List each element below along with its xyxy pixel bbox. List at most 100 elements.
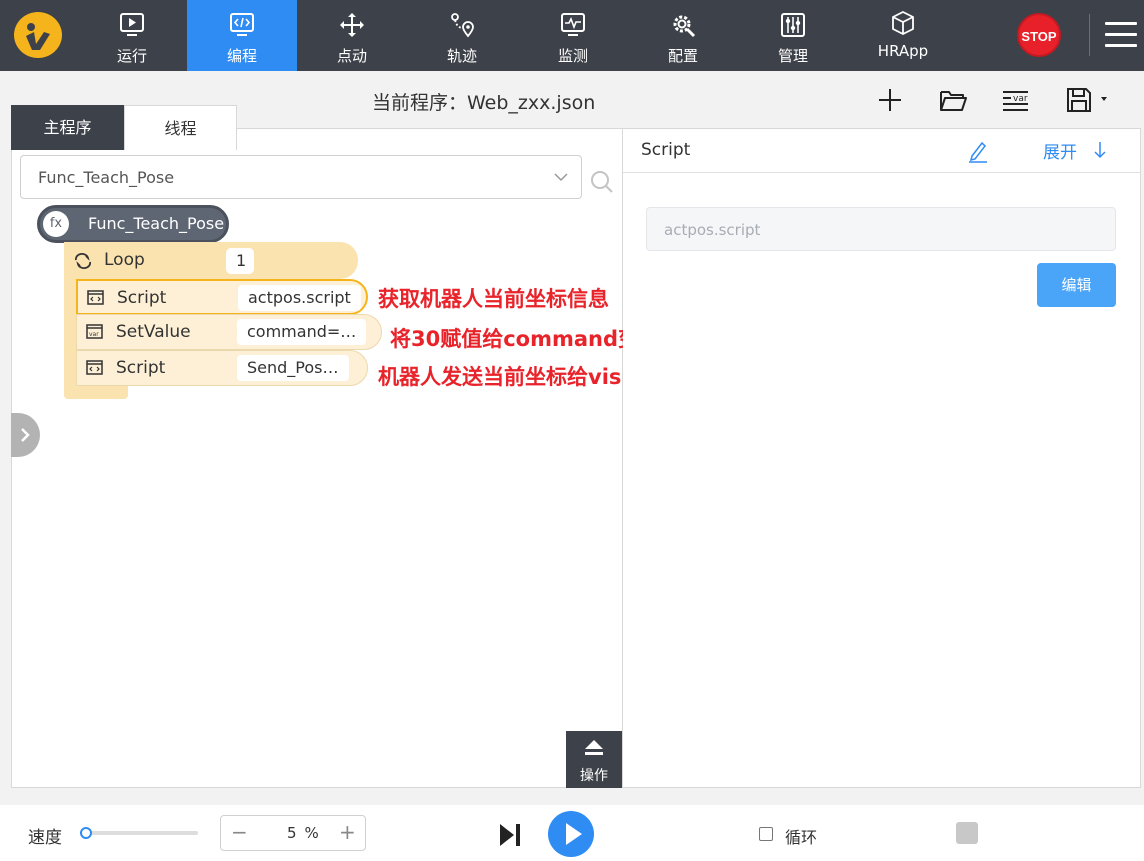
speed-label: 速度 xyxy=(28,828,62,848)
script-icon xyxy=(87,290,104,305)
speed-value[interactable]: 5 xyxy=(287,824,297,842)
tab-main-program[interactable]: 主程序 xyxy=(11,105,124,150)
script-block-actpos[interactable]: Script actpos.script xyxy=(76,279,368,315)
svg-text:var: var xyxy=(89,331,99,338)
pencil-icon xyxy=(969,141,987,163)
loop-checkbox-label: 循环 xyxy=(785,828,818,847)
nav-config[interactable]: 配置 xyxy=(628,0,738,71)
loop-checkbox[interactable] xyxy=(759,827,773,841)
nav-monitor-label: 监测 xyxy=(557,47,588,65)
block-value[interactable]: command=… xyxy=(237,319,367,345)
annotation-get-pose: 获取机器人当前坐标信息 xyxy=(378,287,609,311)
script-name-field[interactable]: actpos.script xyxy=(646,207,1116,251)
nav-divider xyxy=(1089,14,1090,56)
nav-program-label: 编程 xyxy=(226,47,257,65)
script-block-send-pos[interactable]: Script Send_Pos… xyxy=(76,350,368,386)
nav-manage[interactable]: 管理 xyxy=(738,0,848,71)
speed-stepper: − 5% + xyxy=(220,815,366,851)
script-name-value: actpos.script xyxy=(664,221,761,239)
nav-trajectory[interactable]: 轨迹 xyxy=(407,0,517,71)
function-fx-icon: fx xyxy=(43,211,69,237)
function-select-value: Func_Teach_Pose xyxy=(38,168,175,187)
add-button[interactable] xyxy=(873,84,907,116)
top-nav-bar: 运行 编程 点动 轨迹 监测 配置 管理 HRApp STOP xyxy=(0,0,1144,71)
operate-label: 操作 xyxy=(580,768,608,784)
speed-increase-button[interactable]: + xyxy=(339,820,356,844)
nav-hrapp-label: HRApp xyxy=(877,42,929,60)
side-panel-toggle[interactable] xyxy=(11,413,40,457)
nav-config-label: 配置 xyxy=(667,47,698,65)
nav-jog-label: 点动 xyxy=(336,47,367,65)
sliders-icon xyxy=(781,13,805,37)
function-block[interactable]: fx Func_Teach_Pose xyxy=(37,205,229,243)
nav-manage-label: 管理 xyxy=(777,47,808,65)
speed-decrease-button[interactable]: − xyxy=(231,820,248,844)
open-folder-button[interactable] xyxy=(936,84,970,116)
speed-unit: % xyxy=(304,824,319,842)
nav-hrapp[interactable]: HRApp xyxy=(848,0,958,71)
folder-open-icon xyxy=(940,91,967,111)
block-label: Script xyxy=(117,288,167,308)
block-value[interactable]: Send_Pos… xyxy=(237,355,349,381)
plus-icon xyxy=(879,89,901,111)
script-icon xyxy=(86,360,103,375)
speed-slider-track[interactable] xyxy=(80,831,198,835)
function-block-name: Func_Teach_Pose xyxy=(88,214,225,233)
search-button[interactable] xyxy=(590,170,614,194)
edit-button[interactable]: 编辑 xyxy=(1037,263,1116,307)
nav-run[interactable]: 运行 xyxy=(77,0,187,71)
play-icon xyxy=(566,823,582,845)
operate-button[interactable]: 操作 xyxy=(566,731,622,788)
step-forward-icon xyxy=(500,824,520,846)
nav-jog[interactable]: 点动 xyxy=(297,0,407,71)
block-label: Script xyxy=(116,358,166,378)
block-value[interactable]: actpos.script xyxy=(238,285,361,311)
properties-title: Script xyxy=(641,140,691,160)
loop-foot-bracket xyxy=(64,385,128,399)
bottom-control-bar: 速度 − 5% + 循环 xyxy=(0,805,1144,861)
cube-icon xyxy=(892,10,914,36)
step-forward-button[interactable] xyxy=(498,823,522,847)
svg-text:var: var xyxy=(1013,94,1028,104)
loop-label: Loop xyxy=(104,250,145,270)
nav-program[interactable]: 编程 xyxy=(187,0,297,71)
setvalue-block-command[interactable]: var SetValue command=… xyxy=(76,314,382,350)
save-icon xyxy=(1067,88,1107,112)
loop-block[interactable]: Loop 1 xyxy=(64,242,358,279)
chevron-down-icon xyxy=(554,173,568,182)
gear-wrench-icon xyxy=(673,15,696,38)
expand-link[interactable]: 展开 xyxy=(1043,138,1077,163)
code-screen-icon xyxy=(230,13,254,36)
variable-icon: var xyxy=(86,324,103,339)
move-arrows-icon xyxy=(340,13,364,37)
loop-count-field[interactable]: 1 xyxy=(226,248,254,274)
block-label: SetValue xyxy=(116,322,191,342)
stop-button[interactable] xyxy=(956,822,978,844)
monitor-icon xyxy=(561,13,585,36)
edit-pen-button[interactable] xyxy=(967,138,989,164)
tab-thread[interactable]: 线程 xyxy=(124,105,237,150)
eject-icon xyxy=(585,740,603,755)
app-logo xyxy=(14,12,62,58)
chevron-right-icon xyxy=(21,428,30,442)
function-select[interactable]: Func_Teach_Pose xyxy=(20,155,582,199)
nav-run-label: 运行 xyxy=(116,47,147,65)
search-icon xyxy=(591,171,613,193)
emergency-stop-button[interactable]: STOP xyxy=(1017,13,1061,57)
arrow-down-icon xyxy=(1094,142,1106,159)
loop-body-bracket xyxy=(64,279,76,385)
variables-icon: var xyxy=(1003,91,1028,111)
loop-icon xyxy=(75,253,91,269)
hamburger-menu-button[interactable] xyxy=(1105,20,1137,50)
variables-button[interactable]: var xyxy=(998,84,1032,116)
trajectory-icon xyxy=(451,13,474,38)
play-button[interactable] xyxy=(548,811,594,857)
play-screen-icon xyxy=(120,13,144,36)
nav-trajectory-label: 轨迹 xyxy=(446,47,477,65)
speed-slider-thumb[interactable] xyxy=(79,827,92,839)
nav-monitor[interactable]: 监测 xyxy=(518,0,628,71)
annotation-set-command: 将30赋值给command变量 xyxy=(390,327,661,351)
current-program-title: 当前程序：Web_zxx.json xyxy=(372,92,596,114)
properties-header: Script 展开 xyxy=(623,128,1141,173)
save-menu-button[interactable] xyxy=(1062,84,1116,116)
